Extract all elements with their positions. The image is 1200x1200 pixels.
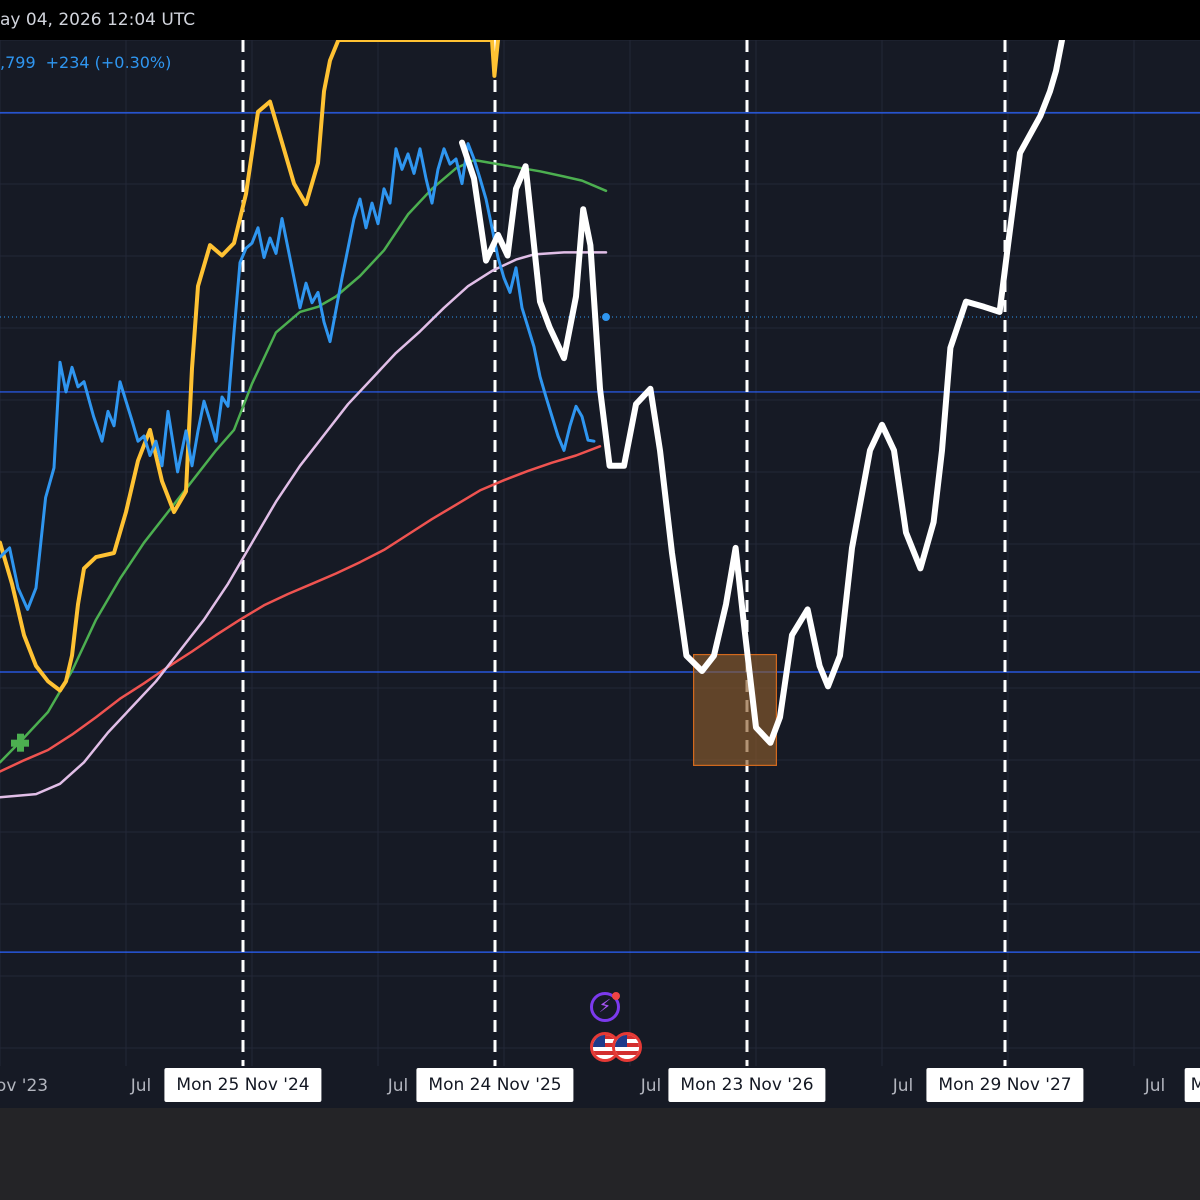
highlight-box <box>692 653 777 766</box>
axis-tick: Jul <box>640 1076 662 1096</box>
axis-tick: Jul <box>387 1076 409 1096</box>
series-line-red_ma <box>0 445 602 773</box>
horizontal-levels <box>0 112 1200 953</box>
cycle-label: Mon 29 Nov '27 <box>926 1068 1084 1102</box>
axis-tick: ov '23 <box>0 1076 49 1096</box>
axis-tick: Jul <box>1144 1076 1166 1096</box>
datetime-readout: ay 04, 2026 12:04 UTC <box>0 10 196 30</box>
cycle-label-partial: M <box>1184 1068 1200 1102</box>
flag-icon[interactable] <box>612 1032 642 1062</box>
grid <box>0 40 1200 1066</box>
cycle-label: Mon 23 Nov '26 <box>668 1068 826 1102</box>
series-line-yellow_oscillator <box>0 40 500 693</box>
notification-dot <box>612 992 620 1000</box>
cycle-label: Mon 25 Nov '24 <box>164 1068 322 1102</box>
axis-tick: Jul <box>892 1076 914 1096</box>
series <box>0 40 1065 799</box>
price-chart[interactable] <box>0 40 1200 1066</box>
top-bar: ay 04, 2026 12:04 UTC <box>0 0 1200 40</box>
last-price-dot <box>602 313 610 322</box>
footer-bar <box>0 1108 1200 1200</box>
buy-cross-marker <box>17 733 24 752</box>
series-line-pink_ma <box>0 251 608 799</box>
time-axis: ov '23 Jul Jul Jul Jul Jul Mon 25 Nov '2… <box>0 1066 1200 1108</box>
cycle-markers <box>241 40 1007 1066</box>
cycle-label: Mon 24 Nov '25 <box>416 1068 574 1102</box>
highlight-box-rect <box>692 653 777 766</box>
series-line-price <box>0 142 596 611</box>
axis-tick: Jul <box>130 1076 152 1096</box>
